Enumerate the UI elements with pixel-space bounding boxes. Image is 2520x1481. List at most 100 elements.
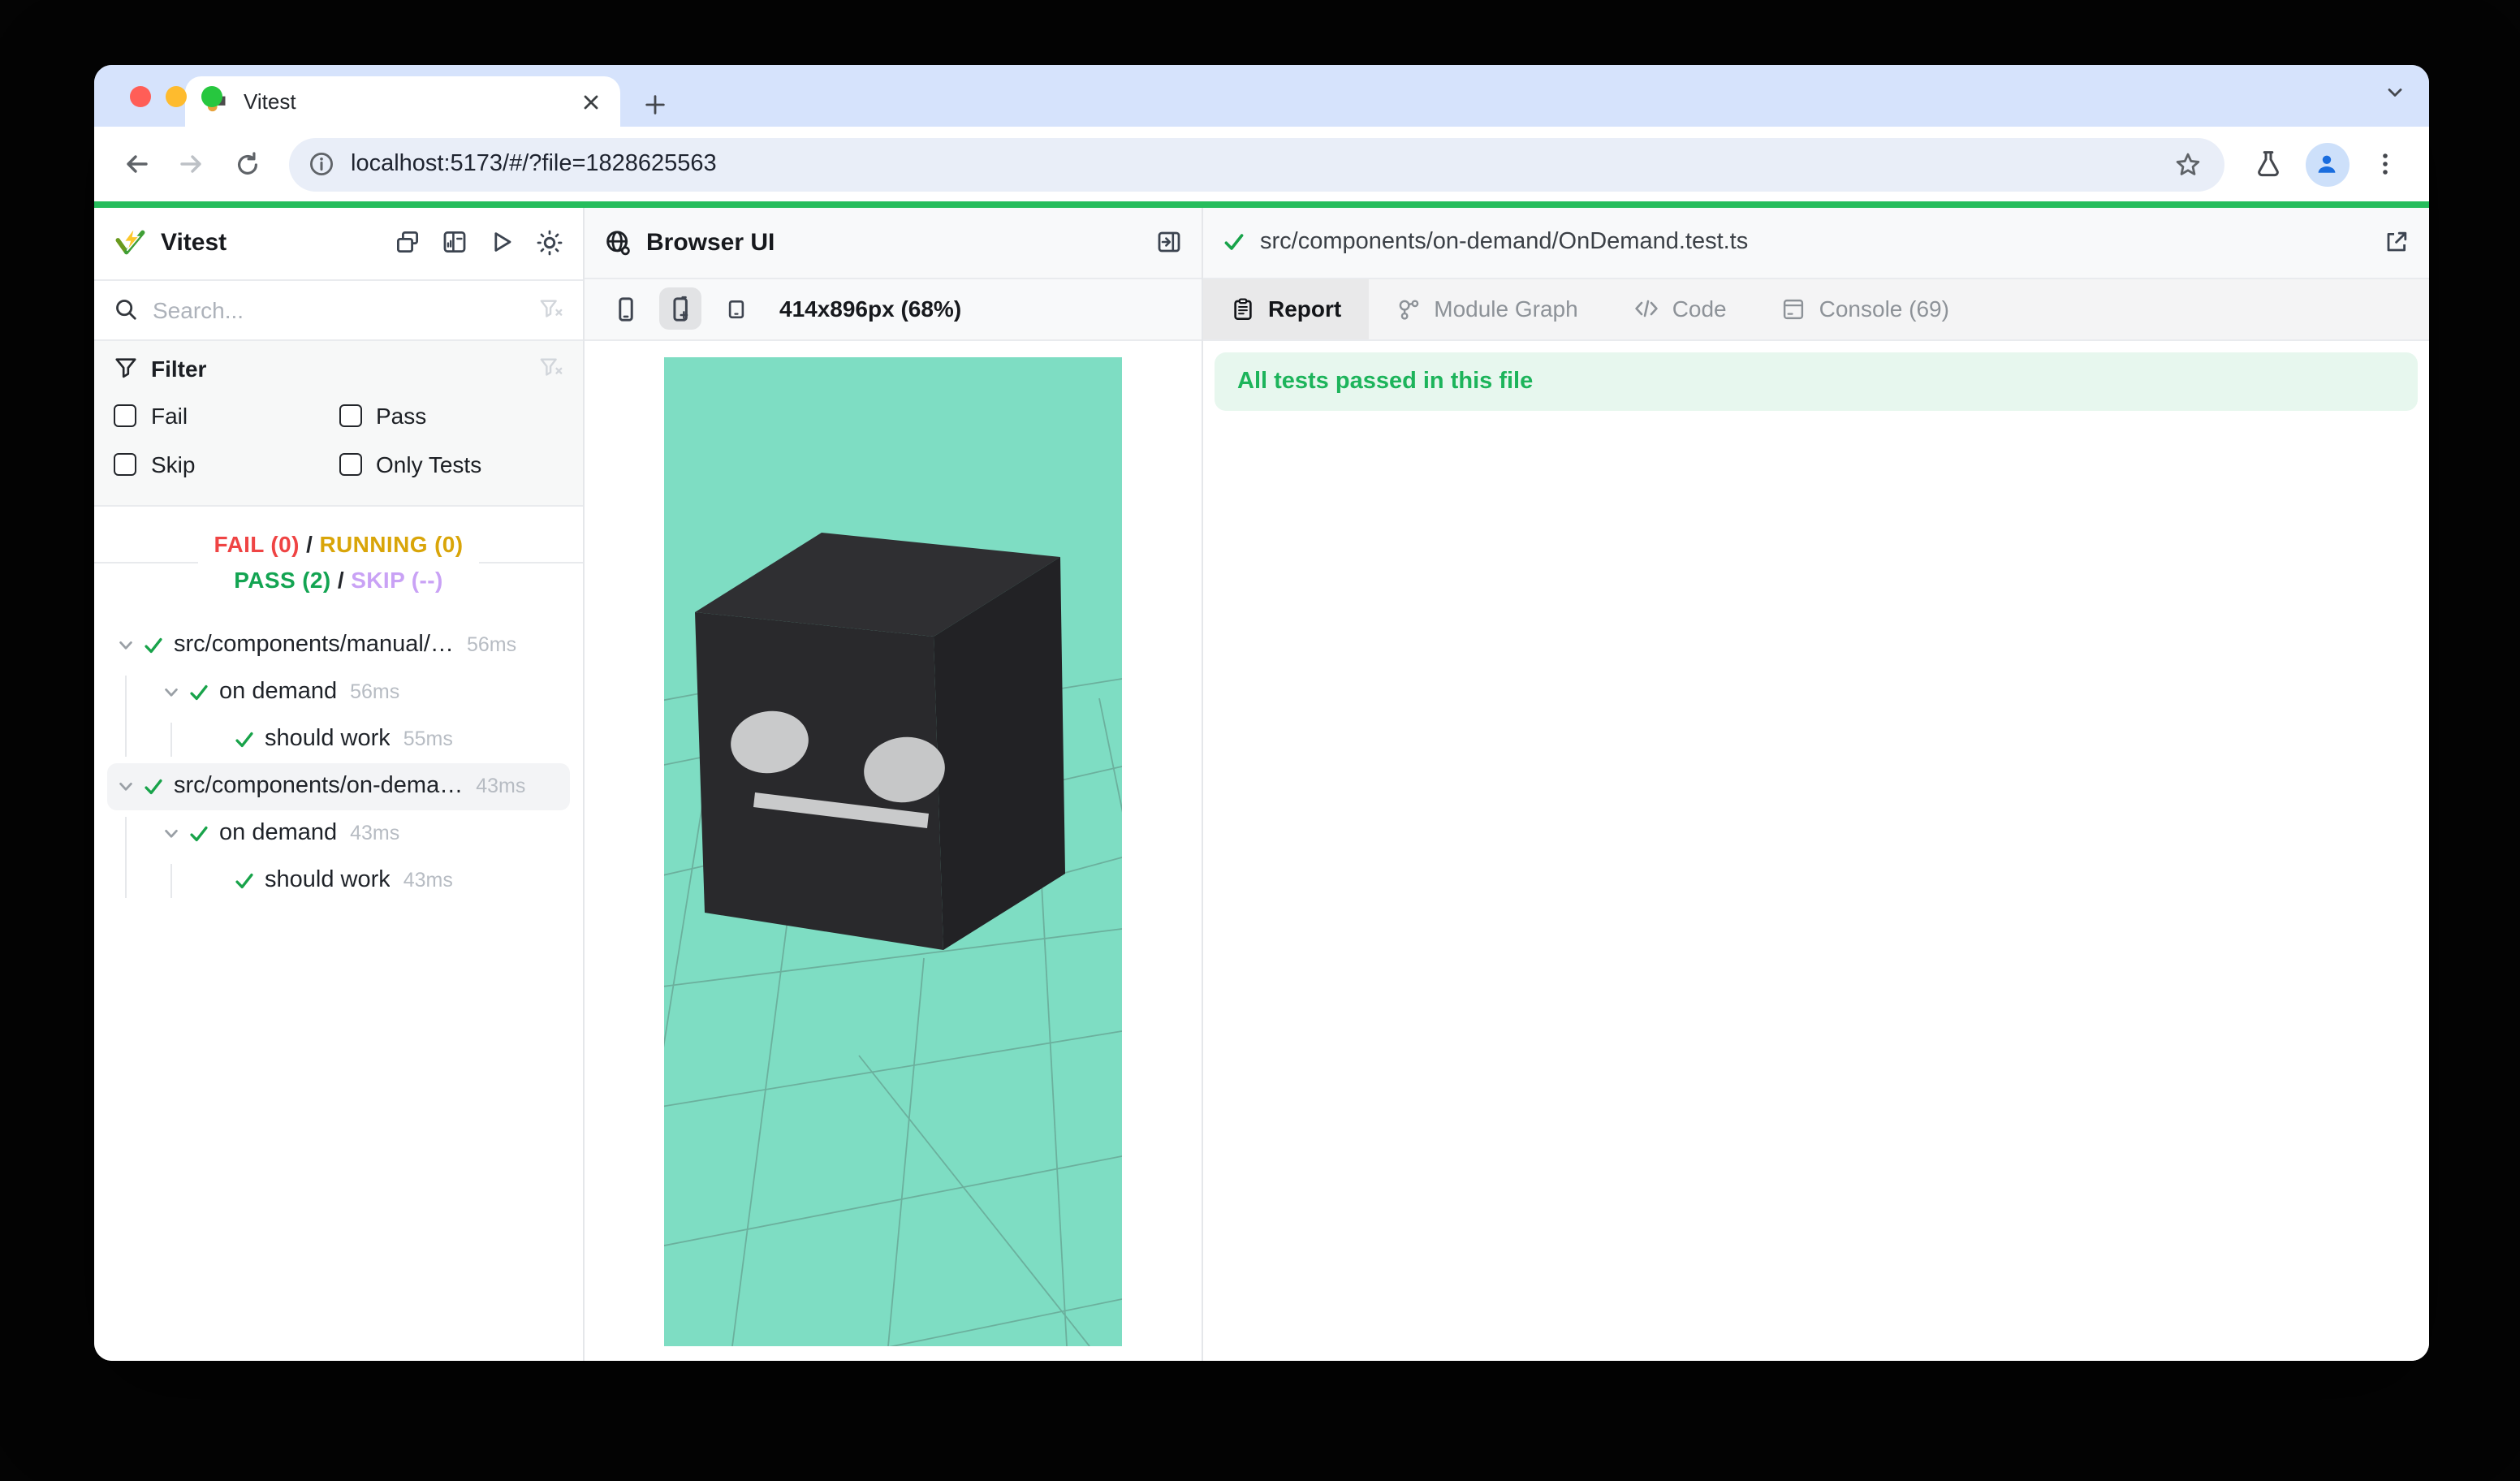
test-label: should work — [265, 867, 391, 893]
chevron-down-icon[interactable] — [162, 683, 180, 701]
filter-checkbox-skip[interactable]: Skip — [114, 439, 339, 488]
browser-toolbar: localhost:5173/#/?file=1828625563 — [94, 127, 2429, 201]
filter-panel: Filter Fail Pass Skip Only Tests — [94, 340, 583, 506]
browser-tab[interactable]: Vitest — [185, 76, 620, 127]
dock-panel-icon[interactable] — [395, 229, 421, 255]
tree-guide-line — [125, 675, 127, 756]
test-duration: 55ms — [403, 728, 453, 750]
close-window-button[interactable] — [130, 86, 151, 107]
test-tree-row[interactable]: src/components/on-dema… 43ms — [107, 762, 570, 810]
search-icon — [114, 297, 138, 322]
site-info-icon[interactable] — [309, 151, 334, 177]
window-controls[interactable] — [130, 86, 222, 107]
open-external-icon[interactable] — [2384, 229, 2410, 255]
vitest-accent-line — [94, 201, 2429, 207]
url-text[interactable]: localhost:5173/#/?file=1828625563 — [351, 151, 2145, 177]
tab-strip: Vitest — [94, 65, 2429, 127]
pass-check-icon — [143, 634, 164, 655]
new-tab-button[interactable] — [643, 93, 667, 117]
filter-checkbox-fail[interactable]: Fail — [114, 391, 339, 439]
chevron-down-icon[interactable] — [117, 636, 135, 654]
device-tablet-button[interactable] — [714, 287, 757, 330]
test-tree-row[interactable]: src/components/manual/… 56ms — [107, 621, 570, 668]
pass-check-icon — [234, 728, 255, 749]
bookmark-star-icon[interactable] — [2161, 150, 2215, 178]
reload-button[interactable] — [224, 141, 270, 187]
file-pass-check-icon — [1223, 231, 1245, 253]
filter-checkbox-pass[interactable]: Pass — [339, 391, 563, 439]
viewport-size-label[interactable]: 414x896px (68%) — [779, 296, 961, 322]
filter-clear-icon[interactable] — [539, 356, 563, 380]
search-input[interactable]: Search... — [153, 296, 524, 322]
tab-title: Vitest — [244, 89, 567, 114]
test-label: src/components/manual/… — [174, 632, 454, 658]
device-toolbar: 414x896px (68%) — [585, 278, 1202, 340]
collapse-panel-icon[interactable] — [1156, 229, 1182, 255]
test-duration: 56ms — [350, 680, 399, 703]
pass-check-icon — [234, 870, 255, 891]
profile-avatar[interactable] — [2302, 140, 2351, 188]
test-label: on demand — [219, 820, 337, 846]
filter-checkbox-only-tests[interactable]: Only Tests — [339, 439, 563, 488]
test-duration: 56ms — [467, 633, 516, 656]
device-phone-rotate-button[interactable] — [659, 287, 701, 330]
device-phone-button[interactable] — [604, 287, 646, 330]
tab-console[interactable]: Console (69) — [1754, 278, 1977, 339]
test-tree-row[interactable]: on demand 43ms — [107, 810, 570, 857]
test-summary: FAIL (0) / RUNNING (0) PASS (2) / SKIP (… — [94, 506, 583, 611]
run-all-play-icon[interactable] — [489, 229, 515, 255]
chevron-down-icon[interactable] — [117, 777, 135, 795]
pass-check-icon — [188, 681, 209, 702]
search-bar[interactable]: Search... — [94, 278, 583, 340]
tab-code[interactable]: Code — [1606, 278, 1754, 339]
test-duration: 43ms — [403, 869, 453, 892]
report-content: All tests passed in this file — [1203, 340, 2429, 1361]
checkbox[interactable] — [114, 404, 136, 426]
vitest-ui: Vitest Search... Fil — [94, 207, 2429, 1361]
summary-line-1: FAIL (0) / RUNNING (0) — [214, 525, 464, 561]
filter-funnel-icon — [114, 356, 138, 380]
theme-sun-icon[interactable] — [536, 229, 563, 257]
checkbox[interactable] — [114, 452, 136, 475]
checkbox[interactable] — [339, 452, 361, 475]
globe-icon — [604, 228, 632, 256]
test-duration: 43ms — [476, 775, 525, 797]
browser-window: Vitest — [94, 65, 2429, 1361]
console-icon — [1782, 296, 1806, 321]
report-pane: src/components/on-demand/OnDemand.test.t… — [1203, 207, 2429, 1361]
pass-check-icon — [143, 775, 164, 797]
file-path: src/components/on-demand/OnDemand.test.t… — [1260, 229, 1748, 255]
all-passed-banner: All tests passed in this file — [1215, 352, 2418, 410]
test-tree-row[interactable]: should work 43ms — [107, 857, 570, 904]
checkbox[interactable] — [339, 404, 361, 426]
back-button[interactable] — [114, 141, 159, 187]
code-icon — [1633, 296, 1659, 322]
test-duration: 43ms — [350, 822, 399, 844]
sidebar: Vitest Search... Fil — [94, 207, 585, 1361]
pass-check-icon — [188, 823, 209, 844]
test-scene-canvas[interactable] — [664, 356, 1122, 1345]
tab-search-icon[interactable] — [2384, 81, 2406, 104]
clear-filter-icon[interactable] — [539, 297, 563, 322]
tab-close-icon[interactable] — [581, 92, 601, 111]
url-bar[interactable]: localhost:5173/#/?file=1828625563 — [289, 137, 2224, 191]
dashboard-icon[interactable] — [442, 229, 468, 255]
test-label: on demand — [219, 679, 337, 705]
desktop: Vitest — [0, 0, 2520, 1481]
filter-title: Filter — [151, 355, 206, 381]
tab-module-graph[interactable]: Module Graph — [1369, 278, 1605, 339]
experiments-flask-icon[interactable] — [2244, 140, 2293, 188]
maximize-window-button[interactable] — [201, 86, 222, 107]
vitest-logo — [114, 226, 148, 260]
forward-button[interactable] — [169, 141, 214, 187]
browser-menu-icon[interactable] — [2361, 140, 2410, 188]
tab-report[interactable]: Report — [1203, 278, 1369, 339]
browser-ui-pane: Browser UI 414x896px (68%) — [585, 207, 1203, 1361]
filter-options: Fail Pass Skip Only Tests — [114, 391, 563, 488]
minimize-window-button[interactable] — [166, 86, 187, 107]
test-tree-row[interactable]: on demand 56ms — [107, 668, 570, 715]
browser-ui-header: Browser UI — [585, 207, 1202, 278]
app-title: Vitest — [161, 229, 227, 257]
test-tree-row[interactable]: should work 55ms — [107, 715, 570, 762]
chevron-down-icon[interactable] — [162, 824, 180, 842]
